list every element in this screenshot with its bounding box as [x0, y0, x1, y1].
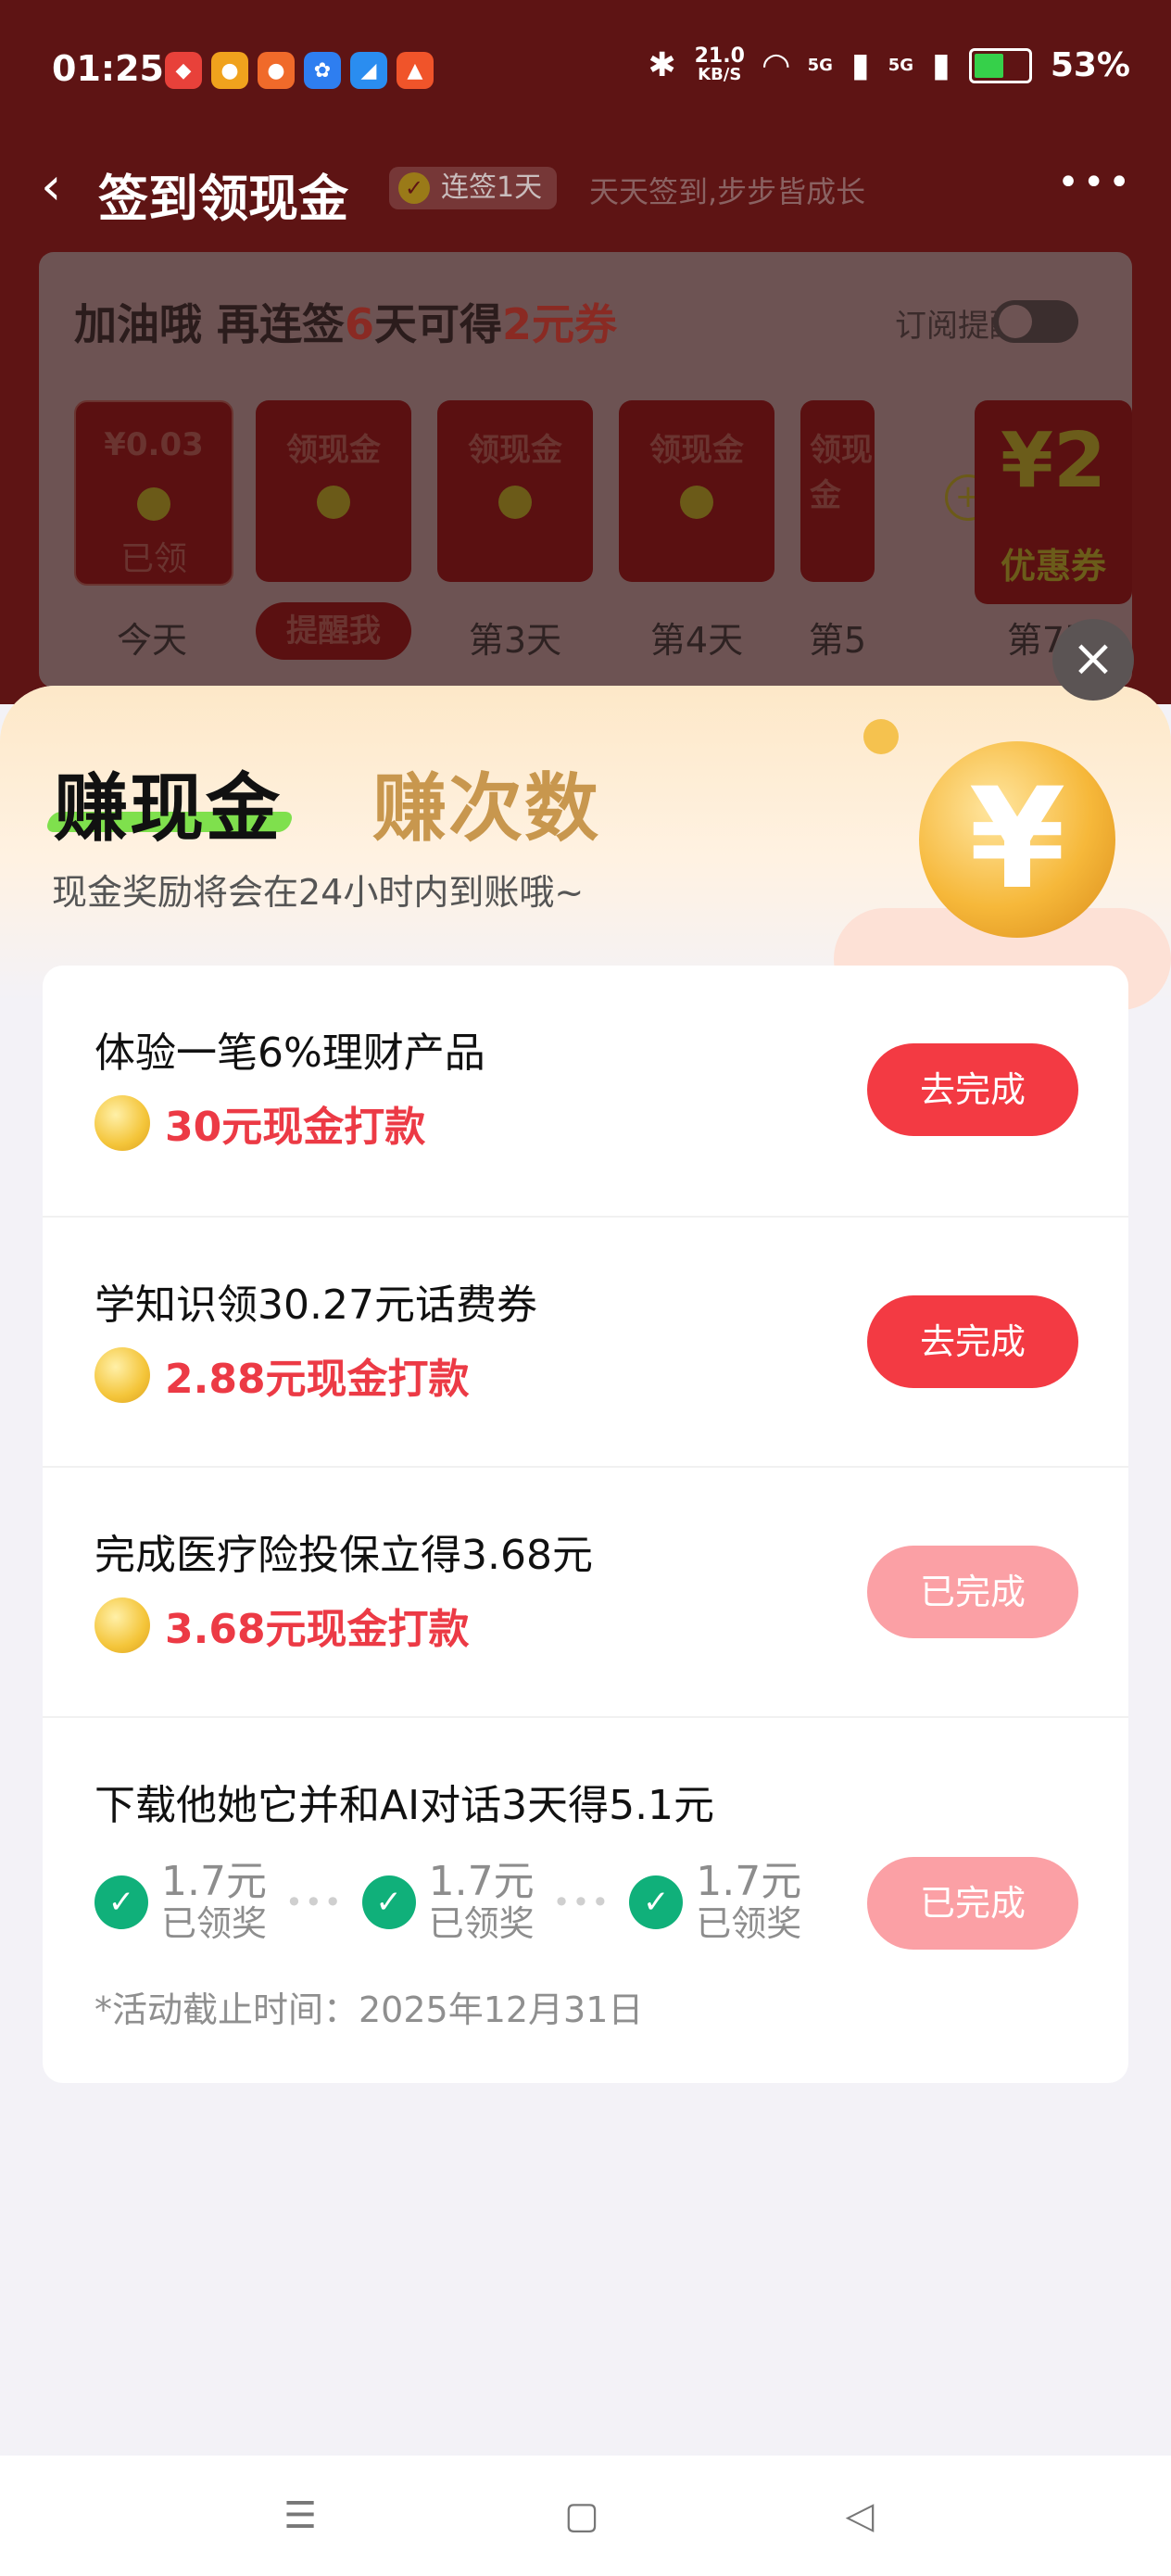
seal-icon: [680, 486, 713, 519]
status-time: 01:25: [52, 48, 164, 89]
back-triangle-icon[interactable]: ◁: [832, 2493, 888, 2539]
step-connector: •••: [285, 1885, 344, 1920]
day-label: 第4天: [649, 620, 744, 661]
status-bar: 01:25 ◆ ● ● ✿ ◢ ▲ ✱ 21.0 KB/S ◠ 5G ▮ 5G …: [0, 0, 1171, 139]
seal-icon: [137, 487, 170, 521]
go-complete-button[interactable]: 去完成: [867, 1043, 1078, 1136]
battery-icon: [968, 47, 1032, 83]
coin-decoration-icon: [863, 719, 899, 754]
task-reward: 3.68元现金打款: [165, 1606, 470, 1653]
task-item: 下载他她它并和AI对话3天得5.1元 ✓ 1.7元 已领奖 ••• ✓ 1.7元…: [43, 1716, 1128, 2085]
day-card-4[interactable]: 领现金: [619, 400, 774, 582]
header-slogan: 天天签到,步步皆成长: [589, 174, 866, 209]
coin-icon: [94, 1347, 150, 1403]
task-title: 完成医疗险投保立得3.68元: [94, 1532, 593, 1579]
coin-icon: [94, 1597, 150, 1653]
task-item: 体验一笔6%理财产品 30元现金打款 去完成: [43, 966, 1128, 1216]
speed-value: 21.0: [694, 44, 745, 68]
step-item: ✓ 1.7元 已领奖: [94, 1861, 267, 1944]
system-nav-bar: ☰ ▢ ◁: [0, 2456, 1171, 2576]
task-title: 下载他她它并和AI对话3天得5.1元: [94, 1782, 715, 1829]
check-icon: ✓: [361, 1875, 416, 1929]
step-label: 已领奖: [161, 1903, 268, 1944]
task-title: 学知识领30.27元话费券: [94, 1282, 537, 1329]
task-title: 体验一笔6%理财产品: [94, 1029, 485, 1077]
more-icon[interactable]: •••: [1057, 161, 1134, 204]
day-label: 第5: [808, 620, 867, 661]
signal-label-2: 5G: [888, 56, 914, 75]
game-icon: ▲: [397, 52, 434, 89]
close-icon[interactable]: ×: [1052, 619, 1134, 701]
bluetooth-icon: ✱: [648, 46, 676, 84]
battery-percent: 53%: [1050, 46, 1130, 84]
yuan-coin-icon: ¥: [919, 741, 1115, 938]
subscribe-toggle[interactable]: [993, 300, 1078, 343]
step-connector: •••: [552, 1885, 611, 1920]
menu-icon[interactable]: ☰: [272, 2493, 328, 2539]
sign-in-card: 加油哦 再连签6天可得2元券 订阅提醒 ¥0.03 已领 领现金 领现金 领现金…: [39, 252, 1132, 688]
sign-message: 加油哦 再连签6天可得2元券: [74, 299, 618, 349]
seal-icon: [498, 486, 532, 519]
home-square-icon[interactable]: ▢: [554, 2493, 610, 2539]
completed-button[interactable]: 已完成: [867, 1857, 1078, 1950]
task-reward: 30元现金打款: [165, 1104, 426, 1151]
step-item: ✓ 1.7元 已领奖: [629, 1861, 801, 1944]
step-item: ✓ 1.7元 已领奖: [361, 1858, 535, 1944]
bottom-sheet: ¥ 赚现金 赚次数 现金奖励将会在24小时内到账哦~ 体验一笔6%理财产品 30…: [0, 686, 1171, 2456]
signal-icon: ▮: [932, 46, 951, 84]
completed-button[interactable]: 已完成: [867, 1546, 1078, 1638]
task-item: 完成医疗险投保立得3.68元 3.68元现金打款 已完成: [43, 1466, 1128, 1718]
baidu-icon: ✿: [304, 52, 341, 89]
check-icon: ✓: [629, 1875, 684, 1929]
step-value: 1.7元: [696, 1858, 802, 1905]
sheet-subtitle: 现金奖励将会在24小时内到账哦~: [52, 872, 585, 913]
app-notification-icon: ◆: [165, 52, 202, 89]
network-speed: 21.0 KB/S: [694, 44, 745, 84]
step-label: 已领奖: [696, 1903, 802, 1944]
task-list: 体验一笔6%理财产品 30元现金打款 去完成 学知识领30.27元话费券 2.8…: [43, 966, 1128, 2083]
deadline-text: *活动截止时间：2025年12月31日: [94, 1989, 644, 2030]
tab-earn-count[interactable]: 赚次数: [372, 749, 600, 856]
go-complete-button[interactable]: 去完成: [867, 1295, 1078, 1388]
task-steps: ✓ 1.7元 已领奖 ••• ✓ 1.7元 已领奖 ••• ✓ 1.7元 已领奖: [94, 1861, 801, 1944]
speed-unit: KB/S: [698, 64, 742, 84]
day-amount: ¥0.03: [104, 426, 204, 463]
step-value: 1.7元: [428, 1858, 535, 1905]
day-card-1[interactable]: ¥0.03 已领: [74, 400, 233, 586]
back-arrow-icon[interactable]: ‹: [41, 159, 96, 215]
browser-icon: ◢: [350, 52, 387, 89]
coupon-text: 优惠券: [1000, 546, 1106, 587]
coupon-amount: ¥2: [1000, 417, 1107, 505]
remind-me-button[interactable]: 提醒我: [256, 602, 411, 660]
task-reward: 2.88元现金打款: [165, 1356, 470, 1403]
task-item: 学知识领30.27元话费券 2.88元现金打款 去完成: [43, 1216, 1128, 1468]
streak-text: 连签1天: [441, 171, 543, 204]
page-title: 签到领现金: [98, 170, 348, 228]
day-card-2[interactable]: 领现金: [256, 400, 411, 582]
weibo-icon: ●: [211, 52, 248, 89]
signal-icon: ▮: [850, 46, 870, 84]
wifi-icon: ◠: [762, 46, 789, 84]
day-label: 今天: [116, 620, 187, 661]
signal-label-1: 5G: [807, 56, 833, 75]
step-label: 已领奖: [428, 1903, 535, 1944]
streak-badge: ✓ 连签1天: [389, 167, 558, 209]
day-card-5[interactable]: 领现金: [800, 400, 875, 582]
page-header: ‹ 签到领现金 ✓ 连签1天 天天签到,步步皆成长 •••: [0, 148, 1171, 232]
coin-icon: [94, 1095, 150, 1151]
day-status: 已领: [120, 540, 187, 578]
day-card-3[interactable]: 领现金: [437, 400, 593, 582]
check-badge-icon: ✓: [398, 172, 430, 204]
notification-icons: ◆ ● ● ✿ ◢ ▲: [165, 52, 434, 89]
coupon-card[interactable]: ¥2 优惠券: [975, 400, 1132, 604]
seal-icon: [317, 486, 350, 519]
app-notification-icon: ●: [258, 52, 295, 89]
day-label: 第3天: [468, 620, 562, 661]
check-icon: ✓: [94, 1875, 148, 1929]
tab-earn-cash[interactable]: 赚现金: [54, 749, 282, 856]
step-value: 1.7元: [161, 1858, 267, 1905]
